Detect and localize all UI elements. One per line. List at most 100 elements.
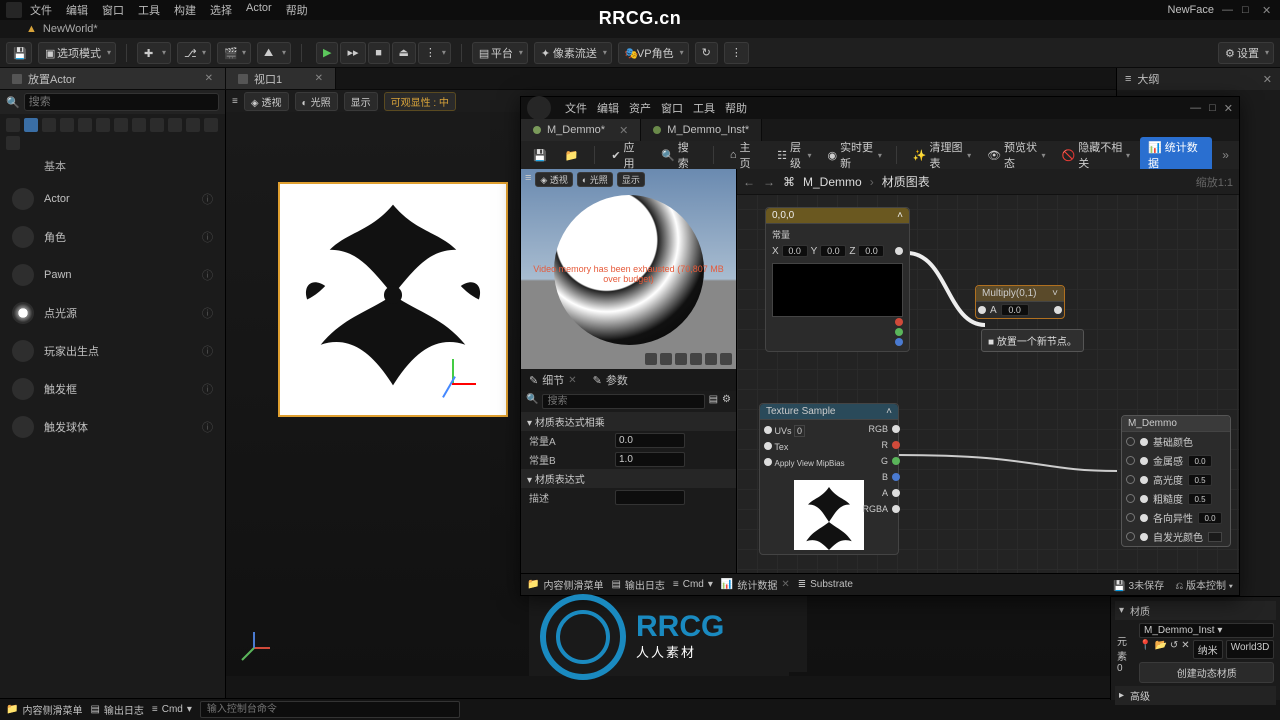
prim-cylinder-icon[interactable] — [645, 353, 657, 365]
actor-item-1[interactable]: 角色ⓘ — [4, 220, 221, 254]
detail-gear-icon[interactable]: ⚙ — [722, 394, 731, 409]
material-preview[interactable]: ≡ ◈ 透视 ◐ 光照 显示 Video memory has been exh… — [521, 169, 736, 369]
cat-vol-icon[interactable] — [132, 118, 146, 132]
streaming-dropdown[interactable]: ✦像素流送 — [534, 42, 612, 64]
b-pin[interactable] — [892, 473, 900, 481]
project-tab[interactable]: NewWorld* — [43, 23, 98, 35]
play-options[interactable]: ⋮ — [418, 42, 451, 64]
menu-select[interactable]: 选择 — [210, 2, 232, 18]
footer-output-tab[interactable]: ▤ 输出日志 — [90, 702, 143, 717]
actor-info-icon[interactable]: ⓘ — [202, 305, 213, 321]
node-constant-vector[interactable]: 0,0,0˄ 常量 X Y Z — [765, 207, 910, 352]
prim-mesh-icon[interactable] — [705, 353, 717, 365]
reset-icon[interactable]: ↺ — [1170, 640, 1178, 659]
mat-menu-file[interactable]: 文件 — [565, 100, 587, 116]
vp-lit[interactable]: ◐光照 — [295, 92, 338, 111]
detail-group-multiply[interactable]: ▾ 材质表达式相乘 — [521, 412, 736, 431]
cat-geo-icon[interactable] — [114, 118, 128, 132]
mat-toolbar-more-icon[interactable]: » — [1218, 148, 1233, 162]
actor-info-icon[interactable]: ⓘ — [202, 343, 213, 359]
create-dynamic-button[interactable]: 创建动态材质 — [1139, 662, 1274, 683]
mat-save-button[interactable]: 💾 — [527, 145, 553, 165]
world-field[interactable]: World3D — [1226, 640, 1275, 659]
place-actors-search[interactable] — [24, 93, 219, 111]
actor-info-icon[interactable]: ⓘ — [202, 191, 213, 207]
node-texture-sample[interactable]: Texture Sample˄ UVs 0 Tex Apply View Mip… — [759, 403, 899, 555]
const-z-input[interactable] — [858, 245, 884, 257]
material-graph[interactable]: ← → ⌘ M_Demmo › 材质图表 缩放1:1 0,0,0˄ 常量 X Y… — [737, 169, 1239, 573]
node-multiply[interactable]: Multiply(0,1)˅ A — [975, 285, 1065, 319]
mat-menu-edit[interactable]: 编辑 — [597, 100, 619, 116]
more-button[interactable]: ⋮ — [724, 42, 749, 64]
close-viewport-icon[interactable]: ✕ — [315, 73, 323, 84]
actor-item-5[interactable]: 触发框ⓘ — [4, 372, 221, 406]
locate-icon[interactable]: 📍 — [1139, 640, 1151, 659]
blueprint-dropdown[interactable]: ⎇ — [177, 42, 211, 64]
const-y-input[interactable] — [820, 245, 846, 257]
uvs-pin[interactable] — [764, 426, 772, 434]
mode-dropdown[interactable]: ▣ 选项模式 — [38, 42, 116, 64]
rgb-pin[interactable] — [892, 425, 900, 433]
const-g-pin[interactable] — [895, 328, 903, 336]
params-tab[interactable]: ✎ 参数 — [585, 369, 636, 391]
cat-all-icon[interactable] — [150, 118, 164, 132]
landscape-dropdown[interactable]: ⛰ — [257, 42, 291, 64]
const-r-pin[interactable] — [895, 318, 903, 326]
close-outline-icon[interactable]: ✕ — [1263, 73, 1272, 86]
a-pin[interactable] — [892, 489, 900, 497]
tex-thumbnail[interactable] — [794, 480, 864, 550]
skip-button[interactable]: ▸▸ — [340, 42, 365, 64]
cat-extra3-icon[interactable] — [204, 118, 218, 132]
mat-content-tab[interactable]: 📁 内容侧滑菜单 — [527, 577, 603, 592]
cat-extra4-icon[interactable] — [6, 136, 20, 150]
actor-item-4[interactable]: 玩家出生点ⓘ — [4, 334, 221, 368]
actor-info-icon[interactable]: ⓘ — [202, 267, 213, 283]
rough-pin[interactable] — [1140, 495, 1148, 503]
emissive-radio[interactable] — [1126, 532, 1135, 541]
mult-a-pin[interactable] — [978, 306, 986, 314]
add-dropdown[interactable]: ✚ — [137, 42, 171, 64]
mult-out-pin[interactable] — [1054, 306, 1062, 314]
mat-clean-dropdown[interactable]: ✨ 清理图表 — [907, 145, 975, 165]
mat-stats-button[interactable]: 📊 统计数据 — [1140, 137, 1212, 173]
mat-apply-button[interactable]: ✔ 应用 — [605, 145, 649, 165]
browse-icon[interactable]: 📂 — [1154, 640, 1166, 659]
detail-group-expr[interactable]: ▾ 材质表达式 — [521, 469, 736, 488]
cat-basic-icon[interactable] — [24, 118, 38, 132]
material-selector[interactable]: M_Demmo_Inst ▾ — [1139, 623, 1274, 638]
emissive-pin[interactable] — [1140, 533, 1148, 541]
menu-file[interactable]: 文件 — [30, 2, 52, 18]
detail-close-icon[interactable]: ✕ — [568, 375, 576, 386]
mat-menu-asset[interactable]: 资产 — [629, 100, 651, 116]
play-button[interactable]: ▶ — [316, 42, 338, 64]
viewport-menu-icon[interactable]: ≡ — [232, 96, 238, 107]
menu-tools[interactable]: 工具 — [138, 2, 160, 18]
mat-menu-window[interactable]: 窗口 — [661, 100, 683, 116]
graph-fwd-icon[interactable]: → — [763, 175, 775, 189]
node-material-output[interactable]: M_Demmo 基础颜色 金属感0.0 高光度0.5 粗糙度0.5 各向异性0.… — [1121, 415, 1231, 547]
menu-actor[interactable]: Actor — [246, 2, 272, 18]
graph-home-icon[interactable]: ⌘ — [783, 175, 795, 189]
mat-browse-button[interactable]: 📁 — [559, 145, 585, 165]
base-radio[interactable] — [1126, 437, 1135, 446]
menu-window[interactable]: 窗口 — [102, 2, 124, 18]
actor-item-0[interactable]: Actorⓘ — [4, 182, 221, 216]
unsaved-button[interactable]: 💾 3未保存 — [1113, 581, 1164, 592]
refresh-button[interactable]: ↻ — [695, 42, 718, 64]
tex-collapse-icon[interactable]: ˄ — [886, 406, 892, 417]
prim-sphere-icon[interactable] — [660, 353, 672, 365]
mat-cmd-tab[interactable]: ≡ Cmd ▾ — [673, 579, 713, 590]
minimize-icon[interactable]: — — [1222, 4, 1234, 16]
panel-viewport-tab[interactable]: 视口1 ✕ — [226, 68, 336, 89]
nanite-field[interactable]: 纳米 — [1193, 640, 1223, 659]
detail-search-input[interactable] — [542, 394, 704, 409]
mat-menu-tools[interactable]: 工具 — [693, 100, 715, 116]
close-tab-icon[interactable]: ✕ — [205, 73, 213, 84]
close-icon[interactable]: ✕ — [1262, 4, 1274, 16]
sequencer-dropdown[interactable]: 🎬 — [217, 42, 251, 64]
stop-button[interactable]: ■ — [368, 42, 390, 64]
metal-pin[interactable] — [1140, 457, 1148, 465]
cat-extra1-icon[interactable] — [168, 118, 182, 132]
actor-item-3[interactable]: 点光源ⓘ — [4, 296, 221, 330]
save-button[interactable]: 💾 — [6, 42, 32, 64]
